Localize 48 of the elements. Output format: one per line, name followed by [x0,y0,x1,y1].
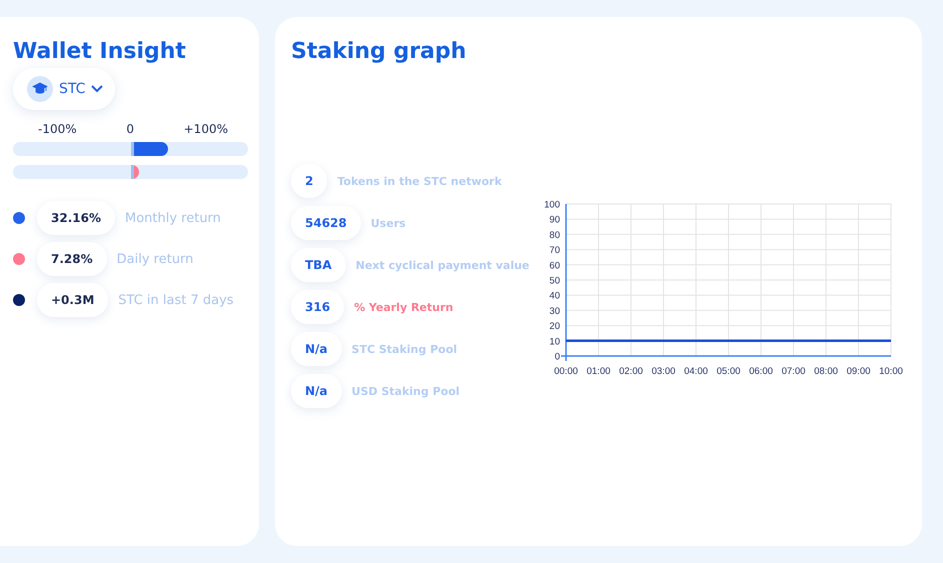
x-tick-label: 05:00 [716,366,740,377]
stat-value: N/a [291,374,342,408]
y-tick-label: 40 [549,290,560,302]
scale-label: -100% [38,122,77,136]
y-tick-label: 0 [554,352,560,362]
stat-value: 32.16% [37,201,115,235]
x-tick-label: 09:00 [846,366,870,377]
y-tick-label: 50 [549,276,560,286]
y-tick-label: 30 [549,306,560,317]
stat-value: +0.3M [37,283,108,317]
stat-label: Tokens in the STC network [337,174,502,188]
stat-value: TBA [291,248,346,282]
x-tick-label: 01:00 [586,366,610,377]
stat-label: Daily return [116,252,194,266]
x-tick-label: 08:00 [814,366,838,377]
x-tick-label: 04:00 [684,366,708,377]
card-title: Wallet Insight [13,39,187,64]
stat-label: STC Staking Pool [352,342,458,356]
card-title: Staking graph [291,39,468,64]
stat-value: 54628 [291,206,361,240]
chevron-down-icon [91,85,104,93]
stat-value: 316 [291,290,344,324]
stat-label: Next cyclical payment value [356,258,530,272]
y-tick-label: 80 [549,230,560,241]
y-tick-label: 20 [549,321,560,332]
y-tick-label: 90 [549,214,560,226]
stat-label: USD Staking Pool [352,384,460,398]
y-tick-label: 100 [544,200,560,210]
stat-label: Users [370,216,406,230]
y-tick-label: 70 [549,245,560,256]
stat-label: Monthly return [124,210,221,226]
y-tick-label: 60 [549,260,560,272]
stat-label: STC in last 7 days [118,292,234,308]
stat-label: % Yearly Return [354,300,454,314]
scale-label: 0 [126,122,134,136]
currency-dropdown[interactable]: STC [13,68,116,110]
x-tick-label: 03:00 [652,366,676,377]
stat-value: N/a [291,332,342,366]
x-tick-label: 06:00 [749,366,773,377]
x-tick-label: 00:00 [554,366,578,377]
graduation-cap-icon [27,76,53,102]
x-tick-label: 07:00 [782,366,806,377]
stat-value: 2 [291,164,328,198]
x-tick-label: 02:00 [619,366,643,377]
x-tick-label: 10:00 [879,366,903,377]
y-tick-label: 10 [549,336,560,348]
stat-value: 7.28% [37,242,107,276]
scale-label: +100% [184,122,228,136]
